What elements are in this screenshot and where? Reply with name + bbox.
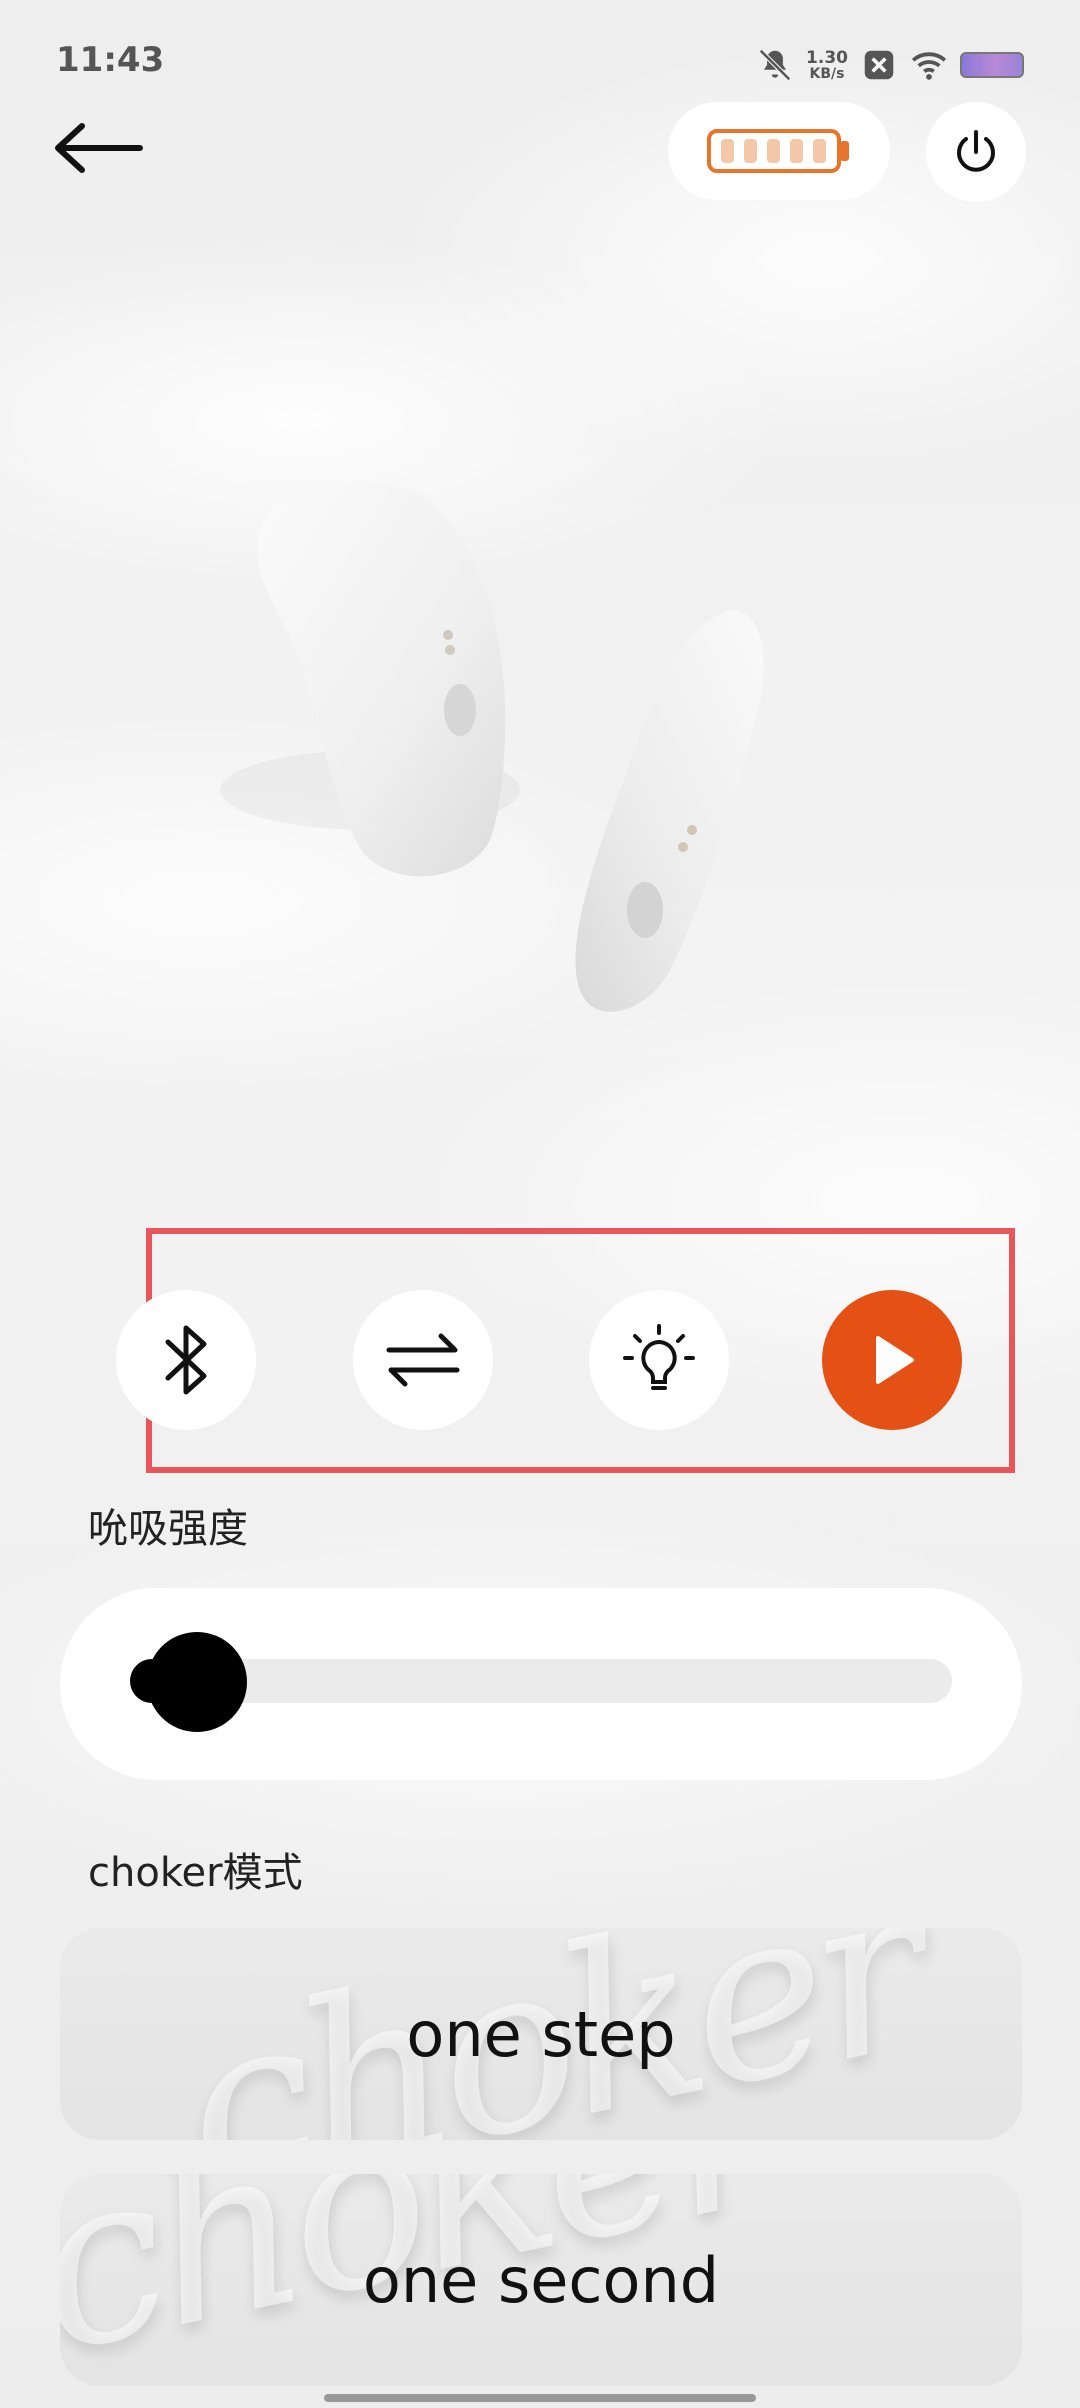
power-button[interactable] bbox=[926, 102, 1026, 202]
suction-intensity-label: 吮吸强度 bbox=[88, 1506, 248, 1552]
lightbulb-icon bbox=[623, 1324, 695, 1390]
wifi-icon bbox=[911, 52, 947, 80]
mode-one-second-button[interactable]: choker one second bbox=[60, 2174, 1022, 2386]
status-time: 11:43 bbox=[56, 40, 165, 80]
network-speed-value: 1.30 bbox=[806, 47, 848, 68]
swap-arrows-icon bbox=[386, 1333, 460, 1387]
bluetooth-icon bbox=[165, 1325, 207, 1395]
light-button[interactable] bbox=[589, 1290, 729, 1430]
battery-icon bbox=[960, 52, 1024, 78]
battery-status bbox=[668, 102, 890, 200]
mode-one-step-button[interactable]: choker one step bbox=[60, 1928, 1022, 2140]
status-bar: 11:43 1.30 KB/s bbox=[0, 0, 1080, 120]
home-indicator[interactable] bbox=[324, 2394, 756, 2402]
network-speed: 1.30 KB/s bbox=[806, 47, 848, 82]
power-icon bbox=[957, 130, 995, 172]
network-speed-unit: KB/s bbox=[809, 65, 845, 82]
switch-mode-button[interactable] bbox=[353, 1290, 493, 1430]
product-image bbox=[220, 482, 764, 1012]
mode-one-second-label: one second bbox=[362, 2243, 720, 2317]
arrow-left-icon bbox=[55, 123, 143, 173]
mute-icon bbox=[759, 49, 791, 81]
play-button[interactable] bbox=[822, 1290, 962, 1430]
close-box-icon bbox=[864, 50, 894, 80]
bluetooth-button[interactable] bbox=[116, 1290, 256, 1430]
status-icons: 1.30 KB/s bbox=[756, 40, 1024, 90]
mode-one-step-label: one step bbox=[406, 1997, 676, 2071]
choker-mode-label: choker模式 bbox=[88, 1850, 303, 1896]
suction-slider-track[interactable] bbox=[130, 1659, 952, 1703]
battery-level-icon bbox=[707, 129, 849, 173]
play-icon bbox=[876, 1336, 914, 1384]
suction-slider-thumb[interactable] bbox=[147, 1632, 247, 1732]
back-button[interactable] bbox=[52, 112, 144, 184]
